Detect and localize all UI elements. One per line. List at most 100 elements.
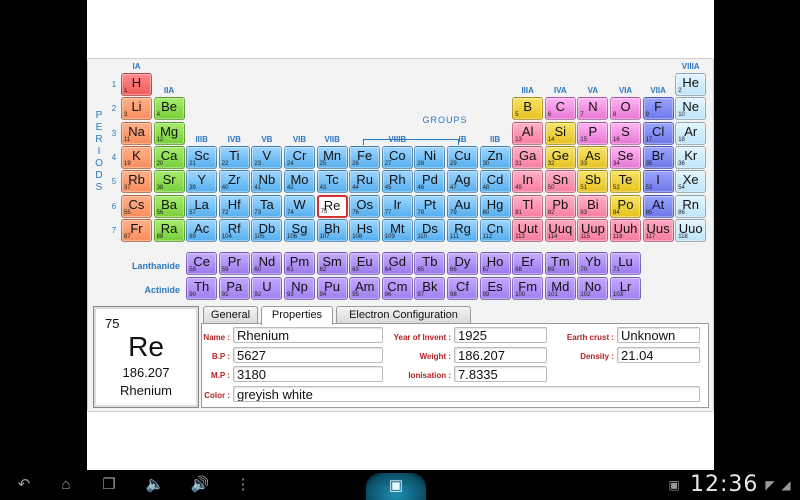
- element-he[interactable]: He 2: [675, 73, 707, 96]
- element-bh[interactable]: Bh 107: [316, 218, 348, 242]
- element-k[interactable]: K 19: [121, 145, 152, 169]
- element-pm[interactable]: Pm 61: [284, 252, 315, 275]
- element-ga[interactable]: Ga 31: [512, 145, 544, 169]
- element-pr[interactable]: Pr 59: [218, 252, 250, 275]
- element-li[interactable]: Li 3: [121, 97, 152, 121]
- element-db[interactable]: Db 105: [251, 218, 283, 242]
- element-pu[interactable]: Pu 94: [316, 277, 348, 300]
- element-re[interactable]: Re 75: [316, 194, 348, 218]
- element-ir[interactable]: Ir 77: [381, 194, 413, 218]
- element-fm[interactable]: Fm 100: [512, 277, 544, 300]
- element-pa[interactable]: Pa 91: [218, 277, 250, 300]
- element-tc[interactable]: Tc 43: [316, 170, 348, 194]
- element-rf[interactable]: Rf 104: [218, 218, 250, 242]
- element-au[interactable]: Au 79: [447, 194, 478, 218]
- element-yb[interactable]: Yb 70: [577, 252, 609, 275]
- element-s[interactable]: S 16: [610, 121, 641, 145]
- element-rh[interactable]: Rh 45: [381, 170, 413, 194]
- element-fr[interactable]: Fr 87: [121, 218, 152, 242]
- element-uuo[interactable]: Uuo 118: [675, 218, 707, 242]
- element-kr[interactable]: Kr 36: [675, 145, 707, 169]
- element-es[interactable]: Es 99: [479, 277, 511, 300]
- element-be[interactable]: Be 4: [153, 97, 185, 121]
- element-hf[interactable]: Hf 72: [218, 194, 250, 218]
- element-am[interactable]: Am 95: [349, 277, 381, 300]
- element-y[interactable]: Y 39: [186, 170, 218, 194]
- element-sm[interactable]: Sm 62: [316, 252, 348, 275]
- element-rn[interactable]: Rn 86: [675, 194, 707, 218]
- element-la[interactable]: La 57: [186, 194, 218, 218]
- element-mt[interactable]: Mt 109: [381, 218, 413, 242]
- element-bi[interactable]: Bi 83: [577, 194, 609, 218]
- element-th[interactable]: Th 90: [186, 277, 218, 300]
- element-xe[interactable]: Xe 54: [675, 170, 707, 194]
- element-zr[interactable]: Zr 40: [218, 170, 250, 194]
- element-na[interactable]: Na 11: [121, 121, 152, 145]
- element-cs[interactable]: Cs 55: [121, 194, 152, 218]
- element-tm[interactable]: Tm 69: [544, 252, 576, 275]
- element-sg[interactable]: Sg 106: [284, 218, 315, 242]
- element-at[interactable]: At 85: [642, 194, 674, 218]
- element-ac[interactable]: Ac 89: [186, 218, 218, 242]
- element-ra[interactable]: Ra 88: [153, 218, 185, 242]
- element-no[interactable]: No 102: [577, 277, 609, 300]
- element-se[interactable]: Se 34: [610, 145, 641, 169]
- recent-apps-icon[interactable]: ❐: [97, 475, 121, 495]
- element-os[interactable]: Os 76: [349, 194, 381, 218]
- element-c[interactable]: C6: [544, 97, 576, 121]
- element-uus[interactable]: Uus 117: [642, 218, 674, 242]
- element-np[interactable]: Np 93: [284, 277, 315, 300]
- element-po[interactable]: Po 84: [610, 194, 641, 218]
- element-v[interactable]: V 23: [251, 145, 283, 169]
- element-sr[interactable]: Sr 38: [153, 170, 185, 194]
- element-rb[interactable]: Rb 37: [121, 170, 152, 194]
- element-u[interactable]: U 92: [251, 277, 283, 300]
- element-b[interactable]: B5: [512, 97, 544, 121]
- element-ho[interactable]: Ho 67: [479, 252, 511, 275]
- back-icon[interactable]: ↶: [12, 475, 36, 495]
- element-zn[interactable]: Zn 30: [479, 145, 511, 169]
- element-p[interactable]: P 15: [577, 121, 609, 145]
- element-cm[interactable]: Cm 96: [381, 277, 413, 300]
- element-hs[interactable]: Hs 108: [349, 218, 381, 242]
- element-ca[interactable]: Ca 20: [153, 145, 185, 169]
- element-h[interactable]: H1: [121, 73, 152, 96]
- element-uup[interactable]: Uup 115: [577, 218, 609, 242]
- element-f[interactable]: F9: [642, 97, 674, 121]
- element-i[interactable]: I 53: [642, 170, 674, 194]
- element-ge[interactable]: Ge 32: [544, 145, 576, 169]
- element-tl[interactable]: Tl 81: [512, 194, 544, 218]
- element-mo[interactable]: Mo 42: [284, 170, 315, 194]
- element-w[interactable]: W 74: [284, 194, 315, 218]
- element-cu[interactable]: Cu 29: [447, 145, 478, 169]
- element-ag[interactable]: Ag 47: [447, 170, 478, 194]
- element-hg[interactable]: Hg 80: [479, 194, 511, 218]
- element-cn[interactable]: Cn 112: [479, 218, 511, 242]
- element-n[interactable]: N7: [577, 97, 609, 121]
- element-co[interactable]: Co 27: [381, 145, 413, 169]
- element-uut[interactable]: Uut 113: [512, 218, 544, 242]
- element-eu[interactable]: Eu 63: [349, 252, 381, 275]
- element-ce[interactable]: Ce 58: [186, 252, 218, 275]
- element-lr[interactable]: Lr 103: [610, 277, 641, 300]
- tab-electron-configuration[interactable]: Electron Configuration: [336, 306, 471, 324]
- element-ti[interactable]: Ti 22: [218, 145, 250, 169]
- menu-icon[interactable]: ⋮: [231, 475, 255, 495]
- volume-down-icon[interactable]: 🔈: [143, 475, 167, 495]
- element-nd[interactable]: Nd 60: [251, 252, 283, 275]
- element-te[interactable]: Te 52: [610, 170, 641, 194]
- element-lu[interactable]: Lu 71: [610, 252, 641, 275]
- element-sb[interactable]: Sb 51: [577, 170, 609, 194]
- volume-up-icon[interactable]: 🔊: [188, 475, 212, 495]
- element-cl[interactable]: Cl 17: [642, 121, 674, 145]
- element-pd[interactable]: Pd 46: [414, 170, 446, 194]
- element-cr[interactable]: Cr 24: [284, 145, 315, 169]
- element-er[interactable]: Er 68: [512, 252, 544, 275]
- element-gd[interactable]: Gd 64: [381, 252, 413, 275]
- tab-general[interactable]: General: [203, 306, 258, 324]
- element-rg[interactable]: Rg 111: [447, 218, 478, 242]
- element-sn[interactable]: Sn 50: [544, 170, 576, 194]
- element-dy[interactable]: Dy 66: [447, 252, 478, 275]
- element-ne[interactable]: Ne 10: [675, 97, 707, 121]
- element-bk[interactable]: Bk 97: [414, 277, 446, 300]
